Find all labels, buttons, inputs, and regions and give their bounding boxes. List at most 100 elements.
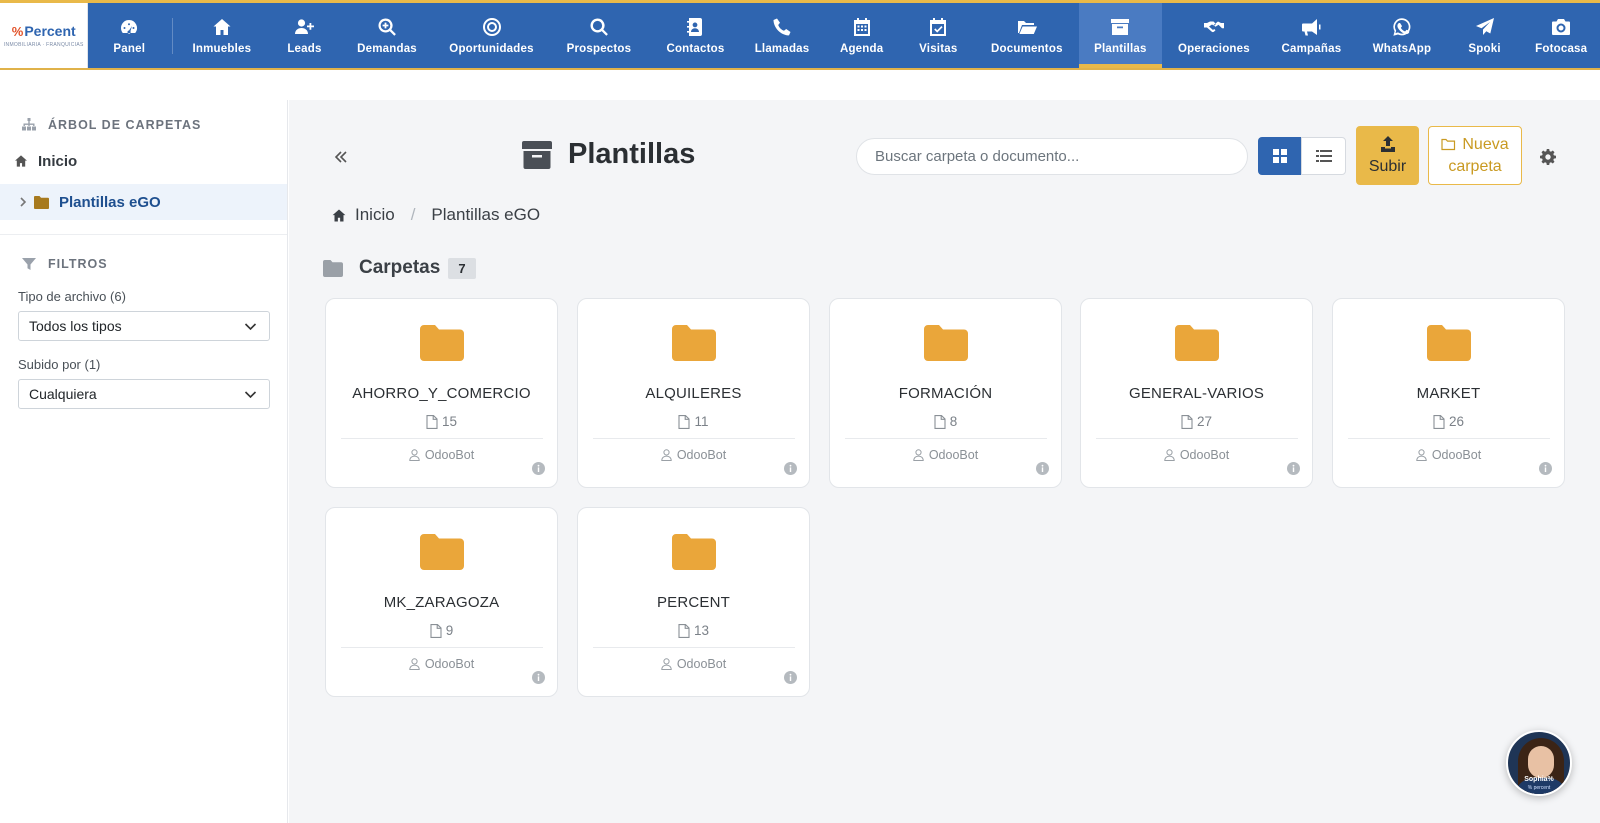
user-icon	[661, 658, 672, 670]
folder-card[interactable]: MARKET 26 OdooBot	[1332, 298, 1565, 488]
nav-oportunidades[interactable]: Oportunidades	[434, 3, 549, 68]
new-folder-button[interactable]: Nueva carpeta	[1428, 126, 1522, 185]
folder-doc-count: 27	[1081, 414, 1312, 429]
nav-prospectos[interactable]: Prospectos	[549, 3, 649, 68]
logo-text: Percent	[24, 23, 76, 39]
folder-card[interactable]: PERCENT 13 OdooBot	[577, 507, 810, 697]
folders-section-header: Carpetas 7	[323, 256, 476, 280]
nav-visitas[interactable]: Visitas	[901, 3, 975, 68]
handshake-icon	[1203, 21, 1224, 32]
breadcrumb-current: Plantillas eGO	[431, 205, 541, 224]
nav-contactos[interactable]: Contactos	[649, 3, 743, 68]
folder-card[interactable]: GENERAL-VARIOS 27 OdooBot	[1080, 298, 1313, 488]
nav-label: Panel	[113, 42, 146, 55]
chevron-right-icon[interactable]	[18, 197, 28, 207]
uploaded-by-select[interactable]: Cualquiera	[18, 379, 270, 409]
assistant-avatar[interactable]: Sophia% % percent	[1506, 730, 1572, 796]
brand-logo[interactable]: %Percent INMOBILIARIA · FRANQUICIAS	[0, 3, 89, 68]
info-icon[interactable]	[784, 671, 797, 684]
top-navbar: %Percent INMOBILIARIA · FRANQUICIAS Pane…	[0, 0, 1600, 70]
folder-tree-header: ÁRBOL DE CARPETAS	[0, 114, 287, 136]
dashboard-icon	[121, 19, 138, 34]
target-icon	[482, 17, 501, 36]
folder-card[interactable]: FORMACIÓN 8 OdooBot	[829, 298, 1062, 488]
info-icon[interactable]	[532, 462, 545, 475]
owner-name: OdooBot	[424, 448, 475, 462]
nav-label: Oportunidades	[449, 42, 534, 55]
search-placeholder: Buscar carpeta o documento...	[875, 148, 1080, 165]
nav-inmuebles[interactable]: Inmuebles	[175, 3, 269, 68]
folder-owner: OdooBot	[578, 657, 809, 671]
breadcrumb-home[interactable]: Inicio	[355, 205, 395, 225]
folder-card[interactable]: AHORRO_Y_COMERCIO 15 OdooBot	[325, 298, 558, 488]
user-icon	[661, 449, 672, 461]
nav-panel[interactable]: Panel	[88, 3, 170, 68]
nav-leads[interactable]: Leads	[269, 3, 341, 68]
search-input[interactable]: Buscar carpeta o documento...	[856, 138, 1248, 175]
file-type-select[interactable]: Todos los tipos	[18, 311, 270, 341]
uploaded-by-value: Cualquiera	[29, 386, 97, 402]
folder-doc-count: 9	[326, 623, 557, 638]
grid-icon	[1272, 149, 1287, 163]
whatsapp-icon	[1393, 17, 1411, 36]
search-plus-icon	[378, 17, 396, 36]
nav-operaciones[interactable]: Operaciones	[1162, 3, 1265, 68]
nav-fotocasa[interactable]: Fotocasa	[1522, 3, 1600, 68]
collapse-sidebar-icon[interactable]	[333, 149, 349, 165]
nav-documentos[interactable]: Documentos	[975, 3, 1078, 68]
card-divider	[1348, 438, 1550, 439]
nav-label: Leads	[287, 42, 322, 55]
file-icon	[430, 623, 442, 638]
folder-sidebar: ÁRBOL DE CARPETAS Inicio Plantillas eGO …	[0, 100, 288, 823]
nav-whatsapp[interactable]: WhatsApp	[1357, 3, 1447, 68]
info-icon[interactable]	[1287, 462, 1300, 475]
upload-label: Subir	[1368, 157, 1407, 175]
user-icon	[409, 449, 420, 461]
upload-icon	[1380, 135, 1395, 152]
folder-card[interactable]: ALQUILERES 11 OdooBot	[577, 298, 810, 488]
calendar-icon	[853, 17, 870, 36]
nav-separator	[172, 17, 174, 54]
nav-label: Prospectos	[566, 42, 632, 55]
nav-demandas[interactable]: Demandas	[340, 3, 434, 68]
folder-owner: OdooBot	[578, 448, 809, 462]
nav-label: Plantillas	[1094, 42, 1147, 55]
filter-icon	[22, 258, 36, 270]
nav-label: Visitas	[919, 42, 958, 55]
file-icon	[1433, 414, 1445, 429]
info-icon[interactable]	[1539, 462, 1552, 475]
card-divider	[593, 647, 795, 648]
info-icon[interactable]	[784, 462, 797, 475]
folder-owner: OdooBot	[326, 448, 557, 462]
info-icon[interactable]	[1036, 462, 1049, 475]
doc-count-value: 8	[949, 414, 958, 429]
card-divider	[341, 647, 543, 648]
nav-agenda[interactable]: Agenda	[822, 3, 902, 68]
folder-icon	[1175, 325, 1219, 361]
nav-plantillas[interactable]: Plantillas	[1078, 3, 1163, 68]
grid-view-button[interactable]	[1258, 137, 1301, 175]
folder-name: ALQUILERES	[645, 385, 742, 402]
doc-count-value: 9	[445, 623, 454, 638]
tree-item-inicio[interactable]: Inicio	[0, 150, 287, 172]
info-icon[interactable]	[532, 671, 545, 684]
folder-outline-icon	[1441, 138, 1456, 151]
list-view-button[interactable]	[1301, 137, 1346, 175]
gear-icon[interactable]	[1540, 149, 1556, 165]
folder-open-icon	[1017, 20, 1037, 34]
folder-name: MK_ZARAGOZA	[383, 594, 500, 611]
home-icon	[15, 155, 27, 167]
nav-spoki[interactable]: Spoki	[1447, 3, 1523, 68]
folder-name: AHORRO_Y_COMERCIO	[352, 385, 531, 402]
page-header: Plantillas	[522, 138, 695, 171]
nav-campanas[interactable]: Campañas	[1266, 3, 1358, 68]
folder-icon	[420, 325, 464, 361]
folder-icon	[672, 325, 716, 361]
tree-item-plantillas-ego[interactable]: Plantillas eGO	[0, 184, 287, 220]
nav-llamadas[interactable]: Llamadas	[742, 3, 822, 68]
file-icon	[426, 414, 438, 429]
file-type-value: Todos los tipos	[29, 318, 122, 334]
upload-button[interactable]: Subir	[1356, 126, 1419, 185]
folder-card[interactable]: MK_ZARAGOZA 9 OdooBot	[325, 507, 558, 697]
folder-icon	[323, 259, 343, 277]
